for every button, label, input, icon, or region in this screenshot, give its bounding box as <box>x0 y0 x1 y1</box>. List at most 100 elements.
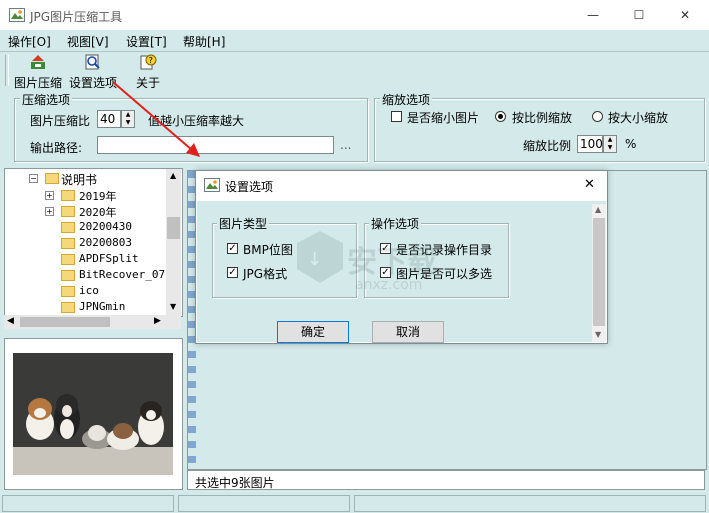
scale-options-title: 缩放选项 <box>380 91 433 108</box>
status-panel <box>2 495 174 512</box>
scale-ratio-label: 缩放比例 <box>523 139 572 153</box>
folder-icon <box>61 190 75 201</box>
scroll-down-icon[interactable]: ▼ <box>595 330 601 339</box>
cancel-button[interactable]: 取消 <box>372 321 444 343</box>
ratio-hint: 值越小压缩率越大 <box>148 114 245 128</box>
maximize-button[interactable]: ☐ <box>616 0 662 30</box>
scroll-thumb[interactable] <box>20 317 110 327</box>
scroll-left-icon[interactable]: ◀ <box>7 316 14 326</box>
image-types-title: 图片类型 <box>217 215 270 232</box>
selection-status: 共选中9张图片 <box>187 470 705 490</box>
by-ratio-label: 按比例缩放 <box>512 111 573 125</box>
folder-icon <box>61 254 75 265</box>
by-size-radio[interactable] <box>592 111 603 122</box>
output-path-input[interactable] <box>97 136 334 154</box>
tree-item[interactable]: 20200803 <box>79 236 132 249</box>
jpg-checkbox[interactable]: ✓ <box>227 267 238 278</box>
tree-item[interactable]: ico <box>79 284 99 297</box>
tree-item[interactable]: BitRecover_07-( <box>79 268 178 281</box>
about-button[interactable]: ? 关于 <box>136 54 160 91</box>
folder-icon <box>61 302 75 313</box>
status-panel <box>354 495 706 512</box>
scroll-up-icon[interactable]: ▲ <box>595 205 601 214</box>
settings-label: 设置选项 <box>69 76 118 90</box>
tree-vscrollbar[interactable]: ▲ ▼ <box>166 169 181 315</box>
folder-icon <box>61 222 75 233</box>
scroll-up-icon[interactable]: ▲ <box>170 171 176 180</box>
folder-tree[interactable]: − 说明书 + 2019年 + 2020年 20200430 20200803 … <box>4 168 183 317</box>
ratio-label: 图片压缩比 <box>30 114 91 128</box>
scale-ratio-spinner[interactable]: ▲ ▼ <box>603 135 617 153</box>
output-label: 输出路径: <box>30 141 83 155</box>
watermark-sub: anxz.com <box>355 277 423 293</box>
status-bar <box>0 492 709 513</box>
scroll-thumb[interactable] <box>167 217 180 239</box>
dialog-title: 设置选项 <box>225 180 274 194</box>
window-title: JPG图片压缩工具 <box>30 10 123 24</box>
compress-icon <box>14 54 62 73</box>
menu-help[interactable]: 帮助[H] <box>183 33 225 50</box>
menu-operate[interactable]: 操作[O] <box>8 33 51 50</box>
expand-icon[interactable]: + <box>45 207 54 216</box>
image-preview <box>4 338 183 490</box>
shrink-label: 是否缩小图片 <box>407 111 480 125</box>
puppies-image <box>13 353 173 475</box>
shrink-checkbox[interactable] <box>391 111 402 122</box>
dialog-app-icon <box>204 178 220 195</box>
folder-icon <box>61 286 75 297</box>
spin-down-icon[interactable]: ▼ <box>604 144 616 152</box>
dialog-scrollbar[interactable]: ▲ ▼ <box>592 204 606 342</box>
menu-view[interactable]: 视图[V] <box>67 33 109 50</box>
tree-item[interactable]: APDFSplit <box>79 252 139 265</box>
scroll-right-icon[interactable]: ▶ <box>154 316 161 326</box>
folder-icon <box>45 173 59 184</box>
menu-settings[interactable]: 设置[T] <box>126 33 167 50</box>
spin-down-icon[interactable]: ▼ <box>122 119 134 127</box>
close-button[interactable]: ✕ <box>662 0 708 30</box>
spin-up-icon[interactable]: ▲ <box>122 111 134 119</box>
folder-icon <box>61 206 75 217</box>
compress-label: 图片压缩 <box>14 76 63 90</box>
scroll-thumb[interactable] <box>593 218 605 326</box>
jpg-label: JPG格式 <box>243 267 288 281</box>
folder-icon <box>61 270 75 281</box>
percent-label: % <box>625 137 637 151</box>
minimize-button[interactable]: — <box>570 0 616 30</box>
svg-text:?: ? <box>149 56 153 65</box>
dialog-body: 图片类型 ✓ BMP位图 ✓ JPG格式 操作选项 ✓ 是否记录操作目录 ✓ 图… <box>197 201 606 343</box>
expand-icon[interactable]: + <box>45 191 54 200</box>
scroll-down-icon[interactable]: ▼ <box>170 302 176 311</box>
scale-ratio-input[interactable]: 100 <box>577 135 603 153</box>
spin-up-icon[interactable]: ▲ <box>604 136 616 144</box>
about-label: 关于 <box>136 76 161 90</box>
browse-button[interactable]: ... <box>340 138 351 152</box>
ratio-spinner[interactable]: ▲ ▼ <box>121 110 135 128</box>
magnifier-icon <box>69 54 117 73</box>
watermark-logo: ↓ <box>295 229 345 288</box>
toolbar-grip <box>5 55 9 86</box>
tree-item[interactable]: 说明书 <box>61 171 97 188</box>
operation-options-title: 操作选项 <box>369 215 422 232</box>
settings-dialog: 设置选项 ✕ 图片类型 ✓ BMP位图 ✓ JPG格式 操作选项 ✓ 是否记录操… <box>195 170 608 344</box>
tree-item[interactable]: JPNGmin <box>79 300 125 313</box>
ok-button[interactable]: 确定 <box>277 321 349 343</box>
tree-item[interactable]: 20200430 <box>79 220 132 233</box>
compress-options-title: 压缩选项 <box>20 91 73 108</box>
bmp-checkbox[interactable]: ✓ <box>227 243 238 254</box>
dialog-close-button[interactable]: ✕ <box>584 177 595 192</box>
help-icon: ? <box>136 54 160 73</box>
by-ratio-radio[interactable] <box>495 111 506 122</box>
status-panel <box>178 495 350 512</box>
tree-item[interactable]: 2019年 <box>79 188 117 204</box>
menu-divider <box>0 51 709 52</box>
ratio-input[interactable]: 40 <box>97 110 121 128</box>
svg-text:↓: ↓ <box>307 249 322 270</box>
status-text: 共选中9张图片 <box>195 476 275 490</box>
tree-hscrollbar[interactable]: ◀ ▶ <box>4 315 181 329</box>
compress-button[interactable]: 图片压缩 <box>14 54 62 91</box>
tree-item[interactable]: 2020年 <box>79 204 117 220</box>
settings-button[interactable]: 设置选项 <box>69 54 117 91</box>
bmp-label: BMP位图 <box>243 243 293 257</box>
app-icon <box>9 8 25 22</box>
collapse-icon[interactable]: − <box>29 174 38 183</box>
